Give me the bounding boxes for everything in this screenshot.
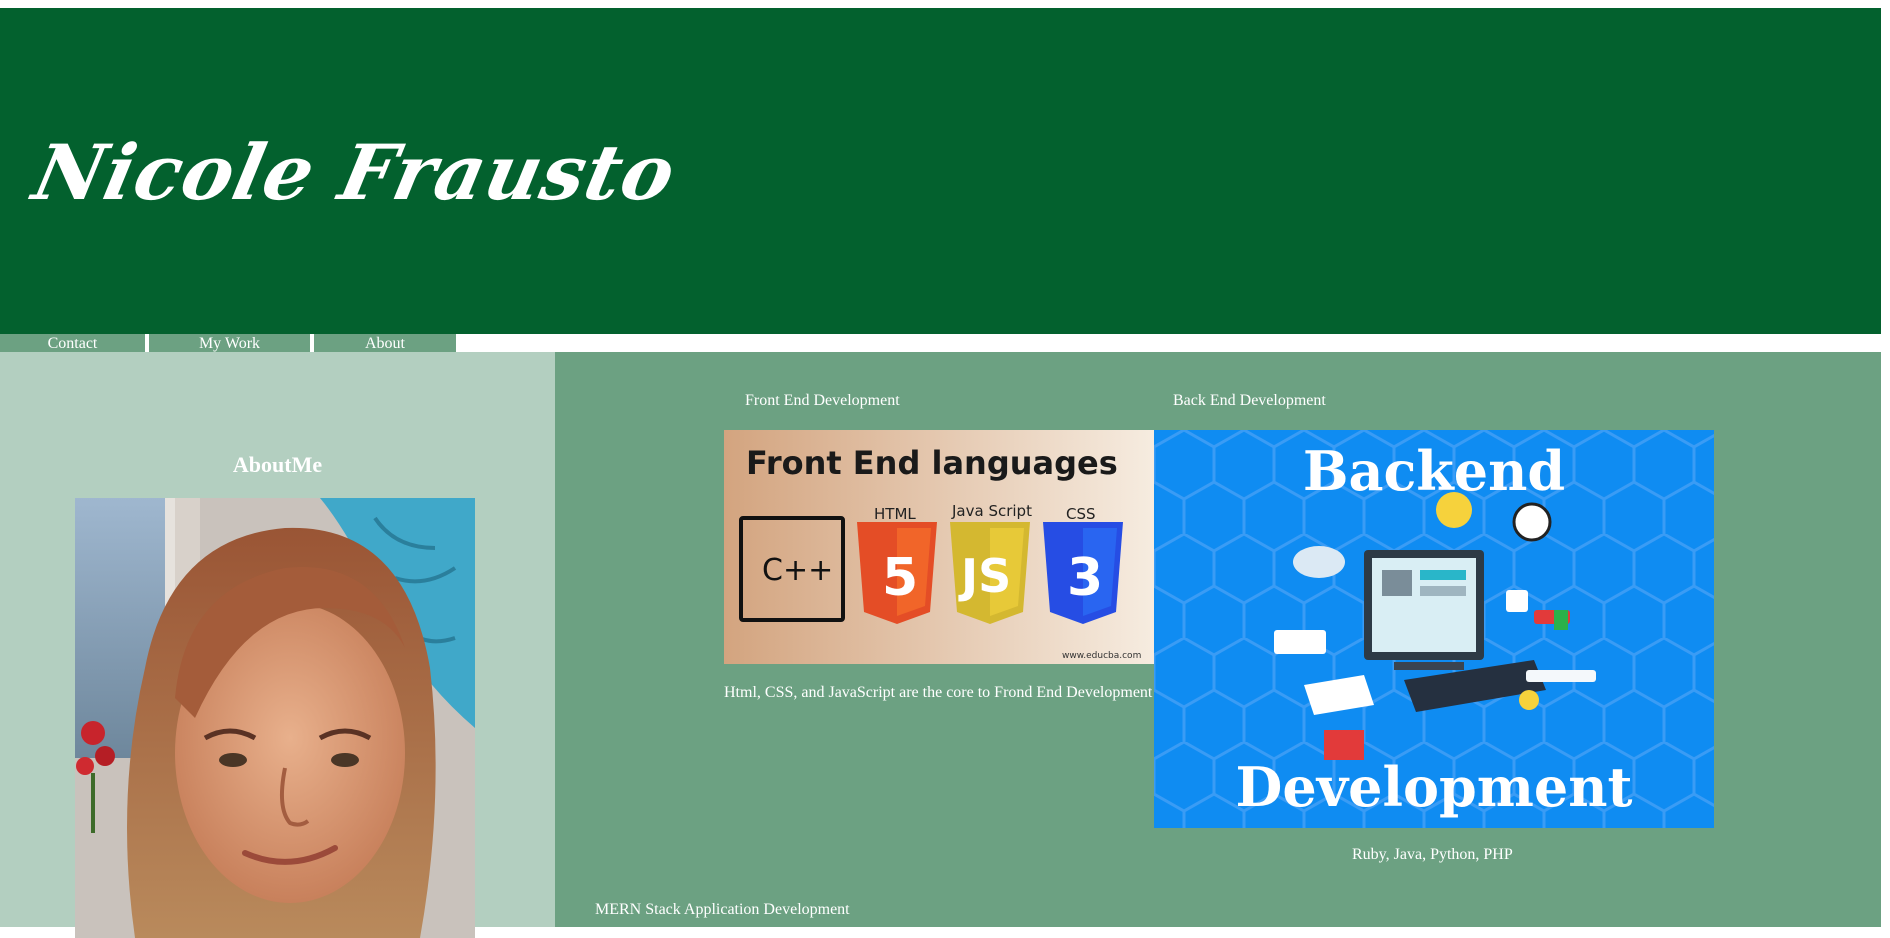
about-heading: AboutMe xyxy=(232,452,323,477)
html-label: HTML xyxy=(874,505,916,523)
work-section: Front End Development Back End Developme… xyxy=(555,352,1881,927)
back-end-image[interactable]: Backend Development xyxy=(1154,430,1714,828)
front-end-image-title: Front End languages xyxy=(746,444,1118,482)
about-sidebar: AboutMe xyxy=(0,352,555,938)
css-label: CSS xyxy=(1066,505,1096,523)
front-end-heading: Front End Development xyxy=(745,392,900,409)
cpp-badge: C++ xyxy=(762,553,833,588)
site-title: Nicole Frausto xyxy=(26,128,684,217)
educba-credit: www.educba.com xyxy=(1062,651,1141,661)
mern-heading: MERN Stack Application Development xyxy=(595,901,850,918)
site-header: Nicole Frausto xyxy=(0,8,1881,334)
html5-badge: 5 xyxy=(882,548,918,608)
backend-image-title: Backend xyxy=(1303,439,1565,503)
front-end-caption: Html, CSS, and JavaScript are the core t… xyxy=(724,684,1153,701)
back-end-heading: Back End Development xyxy=(1173,392,1326,409)
front-end-image[interactable]: Front End languages C++ HTML 5 Java Scri… xyxy=(724,430,1154,664)
js-label: Java Script xyxy=(951,502,1032,520)
js-badge: JS xyxy=(958,549,1011,603)
profile-photo xyxy=(75,498,475,938)
development-image-title: Development xyxy=(1236,755,1633,819)
back-end-caption: Ruby, Java, Python, PHP xyxy=(1352,846,1513,863)
css3-badge: 3 xyxy=(1067,548,1103,608)
